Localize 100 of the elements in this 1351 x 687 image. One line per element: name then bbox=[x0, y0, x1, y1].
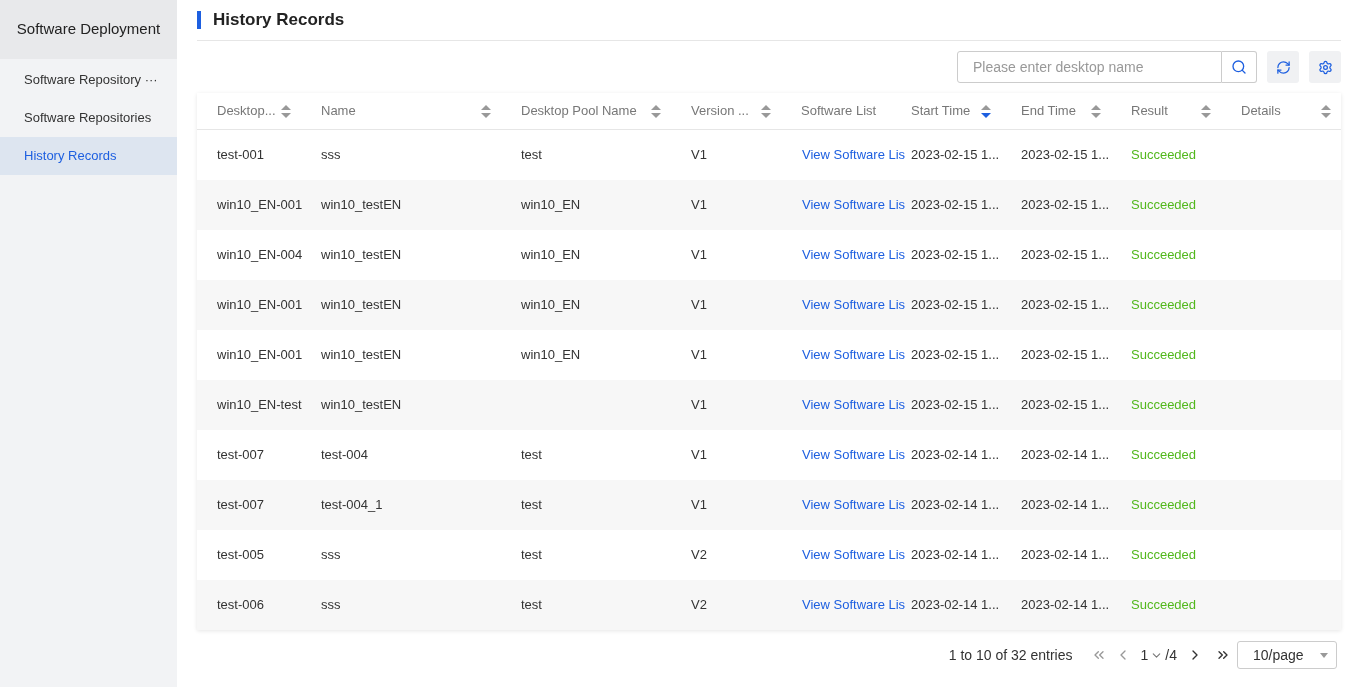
table-cell: 2023-02-14 1... bbox=[911, 497, 1000, 513]
settings-icon[interactable] bbox=[1317, 59, 1333, 75]
table-cell: win10_testEN bbox=[321, 347, 402, 363]
table-cell: V1 bbox=[691, 397, 707, 413]
table-cell: 2023-02-14 1... bbox=[1021, 497, 1110, 513]
status-text: Succeeded bbox=[1131, 597, 1197, 613]
view-link[interactable]: View Software Lis bbox=[802, 147, 906, 163]
table-cell: win10_testEN bbox=[321, 297, 402, 313]
search-icon[interactable] bbox=[1231, 59, 1247, 75]
table-cell: test-007 bbox=[217, 447, 264, 463]
view-link[interactable]: View Software Lis bbox=[802, 247, 906, 263]
table-cell: win10_EN bbox=[521, 197, 581, 213]
search-field[interactable]: Please enter desktop name bbox=[957, 51, 1222, 83]
column-header: Version ... bbox=[691, 102, 749, 121]
sort-icon[interactable] bbox=[761, 104, 771, 118]
table-cell: test bbox=[521, 497, 542, 513]
view-link[interactable]: View Software Lis bbox=[802, 297, 906, 313]
table-cell: 2023-02-15 1... bbox=[1021, 247, 1110, 263]
table-cell: V1 bbox=[691, 247, 707, 263]
table-cell: 2023-02-15 1... bbox=[911, 347, 1000, 363]
sort-icon[interactable] bbox=[651, 104, 661, 118]
table-cell: 2023-02-15 1... bbox=[1021, 347, 1110, 363]
sort-icon[interactable] bbox=[981, 104, 991, 118]
entries-summary: 1 to 10 of 32 entries bbox=[948, 645, 1073, 665]
sort-icon[interactable] bbox=[1201, 104, 1211, 118]
table-cell: win10_EN-001 bbox=[217, 297, 303, 313]
sidebar-title: Software Deployment bbox=[16, 19, 161, 40]
table-cell: 2023-02-14 1... bbox=[911, 597, 1000, 613]
search-button[interactable] bbox=[1222, 51, 1257, 83]
sort-icon[interactable] bbox=[281, 104, 291, 118]
page-number[interactable]: 1 bbox=[1140, 644, 1149, 666]
table-cell: V1 bbox=[691, 347, 707, 363]
table-cell: win10_testEN bbox=[321, 397, 402, 413]
table-cell: win10_EN-test bbox=[217, 397, 302, 413]
table-cell: test-006 bbox=[217, 597, 264, 613]
refresh-icon[interactable] bbox=[1275, 59, 1291, 75]
table-cell: win10_testEN bbox=[321, 247, 402, 263]
sort-icon[interactable] bbox=[1091, 104, 1101, 118]
table-cell: V2 bbox=[691, 547, 707, 563]
table-cell: sss bbox=[321, 597, 341, 613]
view-link[interactable]: View Software Lis bbox=[802, 497, 906, 513]
status-text: Succeeded bbox=[1131, 497, 1197, 513]
column-header: End Time bbox=[1021, 102, 1076, 121]
table-cell: test bbox=[521, 447, 542, 463]
table-cell: test-007 bbox=[217, 497, 264, 513]
table-cell: win10_EN bbox=[521, 247, 581, 263]
view-link[interactable]: View Software Lis bbox=[802, 197, 906, 213]
sidebar-item[interactable]: History Records bbox=[0, 137, 177, 175]
table-cell: test bbox=[521, 547, 542, 563]
table-cell: 2023-02-14 1... bbox=[1021, 447, 1110, 463]
view-link[interactable]: View Software Lis bbox=[802, 347, 906, 363]
view-link[interactable]: View Software Lis bbox=[802, 397, 906, 413]
column-header: Start Time bbox=[911, 102, 971, 121]
table-cell: V1 bbox=[691, 147, 707, 163]
column-header: Details bbox=[1241, 102, 1281, 121]
table-cell: 2023-02-15 1... bbox=[1021, 147, 1110, 163]
table-cell: sss bbox=[321, 147, 341, 163]
table-cell: 2023-02-15 1... bbox=[1021, 197, 1110, 213]
column-header: Software List bbox=[801, 102, 877, 121]
view-link[interactable]: View Software Lis bbox=[802, 447, 906, 463]
table-cell: 2023-02-14 1... bbox=[1021, 597, 1110, 613]
column-header: Name bbox=[321, 102, 356, 121]
table-cell: V1 bbox=[691, 497, 707, 513]
table-cell: test-004 bbox=[321, 447, 368, 463]
settings-button[interactable] bbox=[1309, 51, 1341, 83]
status-text: Succeeded bbox=[1131, 247, 1197, 263]
view-link[interactable]: View Software Lis bbox=[802, 597, 906, 613]
table-cell: 2023-02-15 1... bbox=[1021, 397, 1110, 413]
table-cell: win10_EN bbox=[521, 347, 581, 363]
status-text: Succeeded bbox=[1131, 347, 1197, 363]
table-cell: test bbox=[521, 147, 542, 163]
table-cell: V1 bbox=[691, 197, 707, 213]
status-text: Succeeded bbox=[1131, 297, 1197, 313]
view-link[interactable]: View Software Lis bbox=[802, 547, 906, 563]
table-cell: win10_EN-001 bbox=[217, 347, 303, 363]
table-cell: 2023-02-15 1... bbox=[911, 197, 1000, 213]
page-total: /4 bbox=[1165, 645, 1177, 665]
table-cell: V2 bbox=[691, 597, 707, 613]
status-text: Succeeded bbox=[1131, 447, 1197, 463]
status-text: Succeeded bbox=[1131, 397, 1197, 413]
column-header: Desktop Pool Name bbox=[521, 102, 637, 121]
sort-icon[interactable] bbox=[1321, 104, 1331, 118]
table-cell: 2023-02-14 1... bbox=[911, 447, 1000, 463]
table-cell: 2023-02-14 1... bbox=[911, 547, 1000, 563]
refresh-button[interactable] bbox=[1267, 51, 1299, 83]
table-cell: test-005 bbox=[217, 547, 264, 563]
page-size-select[interactable]: 10/page bbox=[1237, 641, 1337, 669]
table-cell: V1 bbox=[691, 297, 707, 313]
table-cell: test-004_1 bbox=[321, 497, 383, 513]
status-text: Succeeded bbox=[1131, 197, 1197, 213]
title-accent bbox=[197, 11, 201, 29]
table-cell: win10_testEN bbox=[321, 197, 402, 213]
table-cell: win10_EN bbox=[521, 297, 581, 313]
sidebar-item[interactable]: Software Repositories bbox=[0, 99, 177, 137]
sort-icon[interactable] bbox=[481, 104, 491, 118]
table-cell: 2023-02-15 1... bbox=[1021, 297, 1110, 313]
table-cell: sss bbox=[321, 547, 341, 563]
status-text: Succeeded bbox=[1131, 147, 1197, 163]
sidebar-item[interactable]: Software Repository ··· bbox=[0, 61, 177, 99]
column-header: Result bbox=[1131, 102, 1168, 121]
